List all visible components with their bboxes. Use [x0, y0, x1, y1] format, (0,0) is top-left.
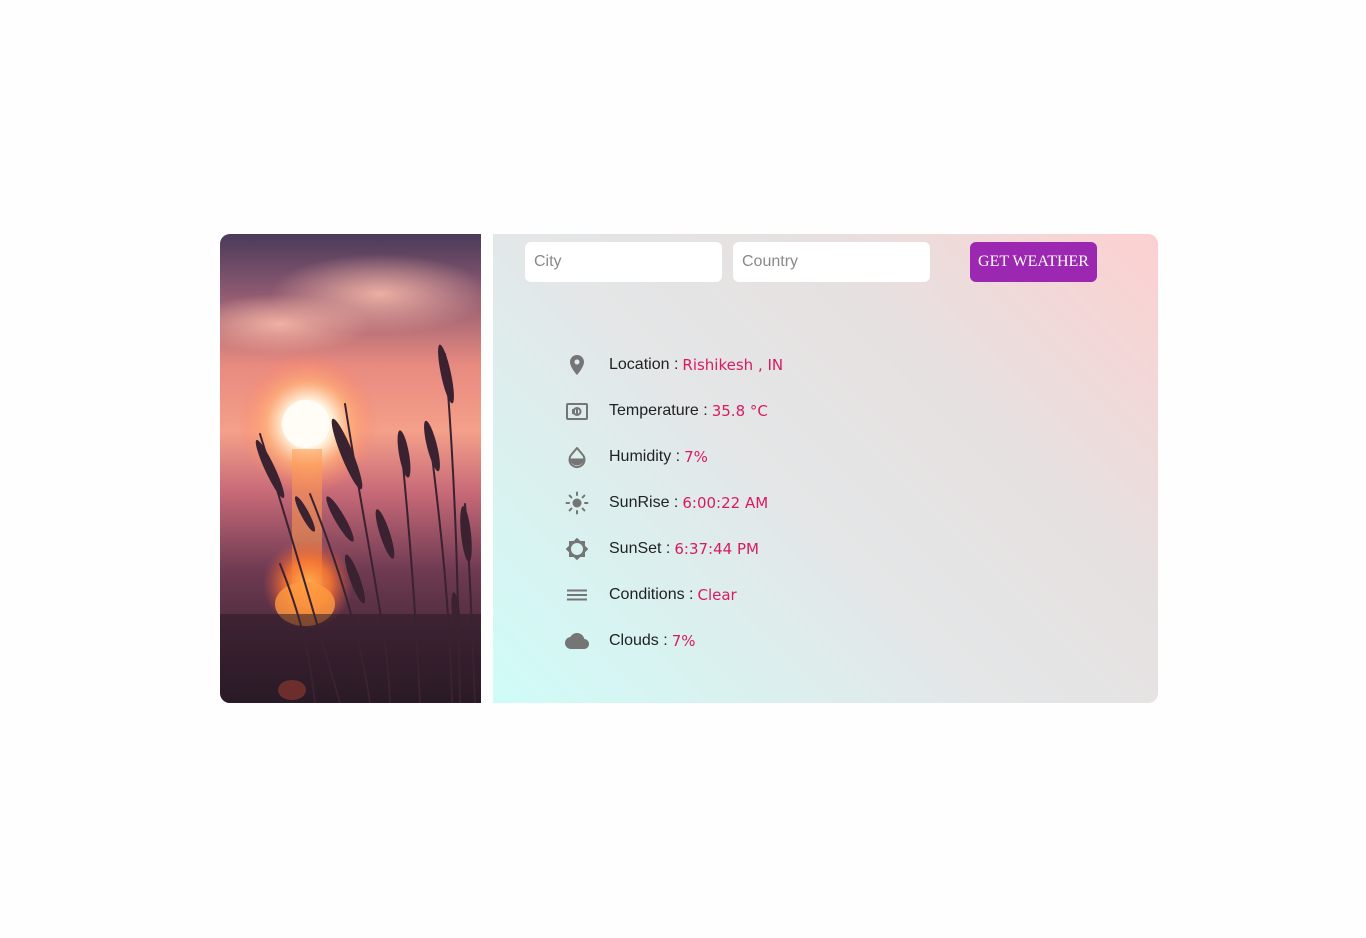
location-row: Location : Rishikesh , IN [565, 342, 783, 388]
location-label: Location : [609, 356, 679, 373]
thermostat-icon [565, 399, 589, 423]
location-pin-icon [565, 353, 589, 377]
clouds-row: Clouds : 7% [565, 618, 783, 664]
sunrise-value: 6:00:22 AM [682, 494, 769, 512]
water-drop-icon [565, 445, 589, 469]
city-input[interactable] [525, 242, 722, 282]
sunset-row: SunSet : 6:37:44 PM [565, 526, 783, 572]
sunrise-label: SunRise : [609, 494, 679, 511]
clouds-label: Clouds : [609, 632, 668, 649]
brightness-icon [565, 537, 589, 561]
menu-lines-icon [565, 583, 589, 607]
temperature-label: Temperature : [609, 402, 708, 419]
conditions-value: Clear [697, 586, 737, 604]
sunset-value: 6:37:44 PM [674, 540, 759, 558]
weather-panel: GET WEATHER Location : Rishikesh , IN Te… [493, 234, 1158, 703]
weather-card: GET WEATHER Location : Rishikesh , IN Te… [220, 234, 1158, 703]
conditions-row: Conditions : Clear [565, 572, 783, 618]
temperature-value: 35.8 °C [711, 402, 768, 420]
sunset-label: SunSet : [609, 540, 671, 557]
get-weather-button[interactable]: GET WEATHER [970, 242, 1097, 282]
location-value: Rishikesh , IN [682, 356, 784, 374]
humidity-value: 7% [684, 448, 708, 466]
sunset-photo [220, 234, 481, 703]
country-input[interactable] [733, 242, 930, 282]
humidity-row: Humidity : 7% [565, 434, 783, 480]
cloud-icon [565, 629, 589, 653]
conditions-label: Conditions : [609, 586, 694, 603]
humidity-label: Humidity : [609, 448, 681, 465]
weather-details-list: Location : Rishikesh , IN Temperature : … [565, 342, 783, 664]
temperature-row: Temperature : 35.8 °C [565, 388, 783, 434]
sunrise-row: SunRise : 6:00:22 AM [565, 480, 783, 526]
sun-icon [565, 491, 589, 515]
clouds-value: 7% [671, 632, 696, 650]
